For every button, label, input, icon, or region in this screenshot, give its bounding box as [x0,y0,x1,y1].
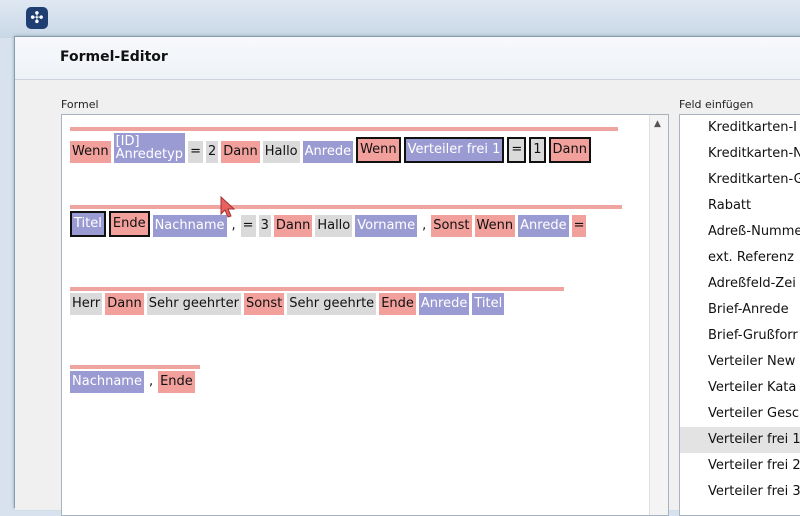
formula-token-op[interactable]: = [571,215,587,237]
formula-line: Nachname, Ende [70,371,198,393]
formula-token-field[interactable]: Nachname [152,215,227,237]
formula-token-field[interactable]: Titel [70,211,106,237]
field-list-item[interactable]: Verteiler New [680,349,800,375]
formula-token-literal[interactable]: = [507,137,527,163]
formula-token-op[interactable]: Ende [158,371,195,393]
formula-token-literal[interactable]: Hallo [315,215,353,237]
field-list-item[interactable]: Kreditkarten-I [680,115,800,141]
formula-token-field[interactable]: Anrede [518,215,569,237]
formula-token-literal[interactable]: Sehr geehrter [146,293,241,315]
formula-line: Wenn [ID] Anredetyp = 2 Dann Hallo Anrede Wenn V… [70,133,594,163]
formula-token-literal[interactable]: 2 [205,141,219,163]
field-list-item[interactable]: Rabatt [680,193,800,219]
formula-line-bar [70,205,622,209]
formula-token-field[interactable]: Vorname [355,215,418,237]
formula-token-op[interactable]: Sonst [243,293,285,315]
formula-token-op[interactable]: Dann [221,141,260,163]
field-list-item[interactable]: ext. Referenz [680,245,800,271]
formula-token-literal[interactable]: = [240,215,256,237]
field-list-item[interactable]: Verteiler Gesc [680,401,800,427]
formula-token-op[interactable]: Ende [108,211,150,237]
formula-token-op[interactable]: Ende [379,293,416,315]
app-logo-icon: ✣ [26,7,48,29]
formula-line: Herr Dann Sehr geehrter Sonst Sehr geehrte En… [70,293,507,315]
formula-token-op[interactable]: Dann [105,293,144,315]
formula-editor[interactable]: Wenn [ID] Anredetyp = 2 Dann Hallo Anrede Wenn V… [61,114,669,516]
formula-line-bar [70,365,200,369]
formula-token-field[interactable]: Titel [472,293,505,315]
formula-line-bar [70,287,564,291]
formula-token-field[interactable]: [ID] Anredetyp [113,133,186,163]
field-list-item[interactable]: Adreßfeld-Zei [680,271,800,297]
dialog-header: Formel-Editor [15,37,800,80]
field-list-item[interactable]: Verteiler frei 3 [680,479,800,505]
formula-token-op[interactable]: Sonst [431,215,472,237]
formula-token-field[interactable]: Anrede [302,141,354,163]
formula-token-field[interactable]: Nachname [70,371,144,393]
field-list-item[interactable]: Adreß-Numme [680,219,800,245]
dialog-title: Formel-Editor [60,49,168,65]
field-list-item[interactable]: Verteiler frei 2 [680,453,800,479]
formula-editor-dialog: Formel-Editor Formel Feld einfügen Wenn[… [14,36,800,516]
formula-token-literal[interactable]: Herr [70,293,103,315]
formula-token-field[interactable]: Anrede [418,293,470,315]
formula-scrollbar[interactable]: ▲ [649,115,668,515]
field-list-item[interactable]: Verteiler Kata [680,375,800,401]
insert-field-list[interactable]: Kreditkarten-I Kreditkarten-N Kreditkarten… [679,114,800,516]
formula-token-punct[interactable]: , [146,371,156,393]
scroll-up-arrow-icon[interactable]: ▲ [654,119,661,129]
window-titlebar: ✣ [0,0,800,38]
formula-line: Titel Ende Nachname, = 3 Dann Hallo Vorname, Son… [70,211,589,237]
dialog-body: Formel Feld einfügen Wenn [ID] Anredetyp =… [15,80,800,516]
formula-line-bar [70,127,618,131]
field-list-item[interactable]: Brief-Grußforr [680,323,800,349]
insert-field-label: Feld einfügen [679,98,754,111]
formula-token-op[interactable]: Dann [273,215,313,237]
field-list-item[interactable]: Brief-Anrede [680,297,800,323]
formula-token-op[interactable]: Dann [548,137,591,163]
formula-token-literal[interactable]: = [188,141,203,163]
formula-token-literal[interactable]: 3 [258,215,271,237]
field-list-item[interactable]: Kreditkarten-G [680,167,800,193]
formula-token-literal[interactable]: 1 [529,137,546,163]
formula-label: Formel [61,98,99,111]
formula-token-field[interactable]: Verteiler frei 1 [403,137,505,163]
formula-token-punct[interactable]: , [420,215,429,237]
formula-token-literal[interactable]: Hallo [262,141,300,163]
formula-token-op[interactable]: Wenn [474,215,516,237]
field-list-item[interactable]: Kreditkarten-N [680,141,800,167]
field-list-item[interactable]: Verteiler frei 1 [680,427,800,453]
formula-token-op[interactable]: Wenn [70,141,111,163]
formula-token-literal[interactable]: Sehr geehrte [287,293,377,315]
formula-token-op[interactable]: Wenn [356,137,401,163]
mouse-cursor-icon [220,196,236,218]
